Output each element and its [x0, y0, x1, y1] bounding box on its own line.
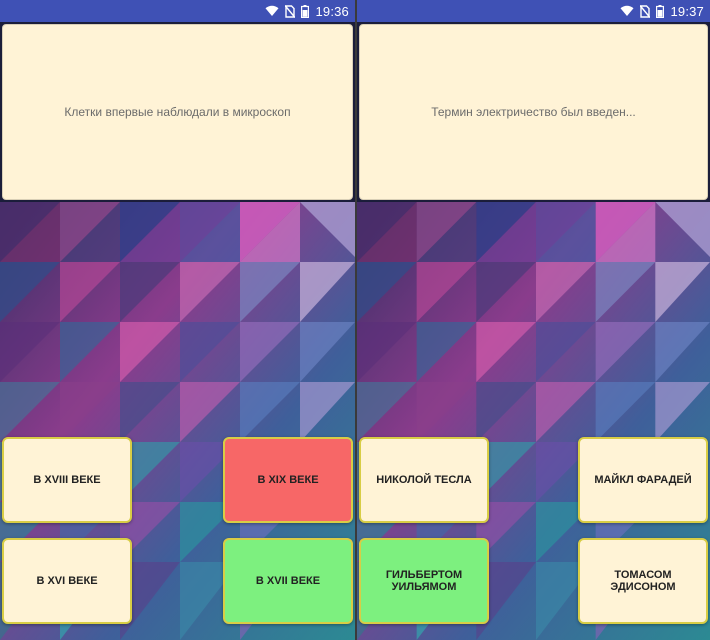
- status-bar: 19:36: [0, 0, 355, 22]
- no-sim-icon: [640, 4, 651, 18]
- question-text: Термин электричество был введен...: [431, 105, 636, 119]
- status-time: 19:36: [315, 3, 349, 19]
- answer-button-wrong[interactable]: В XIX ВЕКЕ: [223, 437, 353, 523]
- question-text: Клетки впервые наблюдали в микроскоп: [64, 105, 291, 119]
- answer-button[interactable]: В XVI ВЕКЕ: [2, 538, 132, 624]
- no-sim-icon: [285, 4, 296, 18]
- question-card: Термин электричество был введен...: [359, 24, 708, 200]
- answer-button[interactable]: МАЙКЛ ФАРАДЕЙ: [578, 437, 708, 523]
- answer-button[interactable]: НИКОЛОЙ ТЕСЛА: [359, 437, 489, 523]
- wifi-icon: [265, 5, 279, 17]
- question-card: Клетки впервые наблюдали в микроскоп: [2, 24, 353, 200]
- answer-button[interactable]: ТОМАСОМ ЭДИСОНОМ: [578, 538, 708, 624]
- answer-button-correct[interactable]: ГИЛЬБЕРТОМ УИЛЬЯМОМ: [359, 538, 489, 624]
- quiz-screen-2: 19:37 Термин электричество был введен...: [355, 0, 710, 640]
- screens-container: 19:36 Клетки впервые наблюдали в микроск…: [0, 0, 710, 640]
- answer-button[interactable]: В XVIII ВЕКЕ: [2, 437, 132, 523]
- status-time: 19:37: [670, 3, 704, 19]
- answer-button-correct[interactable]: В XVII ВЕКЕ: [223, 538, 353, 624]
- battery-icon: [301, 4, 310, 18]
- wifi-icon: [620, 5, 634, 17]
- status-bar: 19:37: [357, 0, 710, 22]
- battery-icon: [656, 4, 665, 18]
- quiz-screen-1: 19:36 Клетки впервые наблюдали в микроск…: [0, 0, 355, 640]
